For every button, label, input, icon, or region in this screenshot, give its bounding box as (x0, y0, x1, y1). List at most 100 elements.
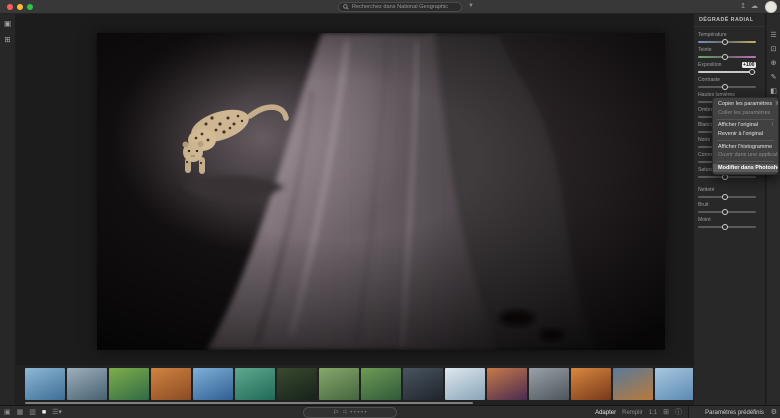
menu-item-ouvrir-application: Ouvrir dans une application› (713, 151, 778, 160)
rating-dot-4[interactable]: • (361, 408, 363, 418)
menu-item-afficher-original[interactable]: Afficher l'original\ (713, 121, 778, 130)
filmstrip-thumbnail-mountain-meadow[interactable] (361, 368, 401, 400)
rating-dot-2[interactable]: • (354, 408, 356, 418)
zoom-fit-button[interactable]: Adapter (595, 410, 616, 416)
filmstrip-scrollbar[interactable] (25, 402, 473, 404)
menu-item-coller-les-parametres: Coller les paramètres (713, 109, 778, 118)
menu-item-copier-les-parametres[interactable]: Copier les paramètres⌘C (713, 100, 778, 109)
filmstrip-thumbnail-polar-bear-ice[interactable] (25, 368, 65, 400)
slider-row-11: Bruit (694, 202, 765, 213)
filmstrip-thumbnail-autumn-lake-valley[interactable] (613, 368, 653, 400)
square-grid-view-icon[interactable]: ▥ (29, 406, 36, 418)
slider-row-12: Moiré (694, 217, 765, 228)
share-icon[interactable]: ↥ (740, 2, 746, 12)
edit-sliders-icon[interactable]: ☰ (768, 30, 779, 41)
rating-dot-5[interactable]: • (365, 408, 367, 418)
slider-knob[interactable] (722, 224, 728, 230)
cloud-sync-icon[interactable]: ☁ (751, 2, 758, 12)
filmstrip-thumbnail-dark-forest[interactable] (277, 368, 317, 400)
panel-title: DÉGRADÉ RADIAL (694, 14, 765, 27)
statusbar: ▣ ▦ ▥ ■ ☰▾ ⚐ ⚐ ••••• Adapter Remplir 1:1 ⊞ ⓘ… (0, 405, 780, 418)
slider-track[interactable] (698, 86, 756, 88)
pick-flag-icon[interactable]: ⚐ (333, 408, 338, 418)
filmstrip-thumbnail-dark-ridge[interactable] (403, 368, 443, 400)
brush-icon[interactable]: ✎ (768, 72, 779, 83)
slider-track[interactable] (698, 41, 756, 43)
slider-knob[interactable] (722, 84, 728, 90)
crop-icon[interactable]: ⊡ (768, 44, 779, 55)
slider-row-2: Exposition+100 (694, 62, 765, 73)
reject-flag-icon[interactable]: ⚐ (342, 408, 347, 418)
lightroom-window: Recherchez dans National Geographic ▼ ↥ … (0, 0, 780, 418)
filmstrip-thumbnail-misty-valley[interactable] (319, 368, 359, 400)
slider-track[interactable] (698, 176, 756, 178)
zoom-button[interactable] (27, 4, 33, 10)
slider-label: Teinte (698, 47, 712, 53)
slider-label: Température (698, 32, 727, 38)
filmstrip-thumbnail-snowy-peaks[interactable] (655, 368, 693, 400)
slider-knob[interactable] (722, 209, 728, 215)
filmstrip-thumbnail-desert-dunes[interactable] (151, 368, 191, 400)
menu-divider (717, 140, 774, 141)
filmstrip-thumbnail-coastal-mountains[interactable] (67, 368, 107, 400)
filmstrip-thumbnail-frosted-leaves[interactable] (445, 368, 485, 400)
rating-dots[interactable]: ••••• (350, 408, 367, 418)
left-rail: ▣⊞ (0, 14, 16, 405)
filmstrip-thumbnail-sunset-tree[interactable] (487, 368, 527, 400)
photo-grid-view-icon[interactable]: ▦ (17, 406, 24, 418)
presets-icon[interactable]: ⚙ (771, 406, 777, 418)
menu-item-modifier-dans-photoshop[interactable]: Modifier dans Photoshop (713, 164, 778, 173)
account-avatar[interactable] (765, 1, 777, 13)
filmstrip (16, 365, 693, 405)
slider-track[interactable] (698, 226, 756, 228)
healing-brush-icon[interactable]: ⊕ (768, 58, 779, 69)
presets-button[interactable]: Paramètres prédéfinis (705, 410, 764, 416)
linear-gradient-icon[interactable]: ◧ (768, 86, 779, 97)
slider-row-10: Netteté (694, 187, 765, 198)
search-placeholder: Recherchez dans National Geographic (352, 4, 448, 10)
grid-view-icon[interactable]: ⊞ (2, 34, 13, 45)
menu-item-afficher-histogramme[interactable]: Afficher l'histogramme (713, 142, 778, 151)
sort-icon[interactable]: ☰▾ (52, 406, 62, 418)
info-icon[interactable]: ⓘ (675, 406, 682, 418)
slider-label: Bruit (698, 202, 708, 208)
traffic-lights (7, 4, 33, 10)
filmstrip-thumbnail-lake-reflection[interactable] (529, 368, 569, 400)
filmstrip-thumbnail-orange-closeup[interactable] (571, 368, 611, 400)
add-photos-icon[interactable]: ▣ (4, 406, 11, 418)
slider-row-0: Température (694, 32, 765, 43)
filter-icon[interactable]: ▼ (468, 3, 474, 9)
my-photos-icon[interactable]: ▣ (2, 18, 13, 29)
filmstrip-thumbnails (25, 368, 693, 400)
close-button[interactable] (7, 4, 13, 10)
menu-divider (717, 161, 774, 162)
minimize-button[interactable] (17, 4, 23, 10)
rating-dot-3[interactable]: • (357, 408, 359, 418)
slider-track[interactable] (698, 71, 756, 73)
slider-track[interactable] (698, 196, 756, 198)
grid-overlay-icon[interactable]: ⊞ (663, 406, 669, 418)
filmstrip-thumbnail-iceberg-waterfall[interactable] (193, 368, 233, 400)
menu-item-revenir-original[interactable]: Revenir à l'original (713, 130, 778, 139)
slider-knob[interactable] (749, 69, 755, 75)
slider-knob[interactable] (722, 54, 728, 60)
slider-knob[interactable] (722, 39, 728, 45)
zoom-fill-button[interactable]: Remplir (622, 410, 643, 416)
filmstrip-thumbnail-hummingbird[interactable] (109, 368, 149, 400)
zoom-1-1-button[interactable]: 1:1 (649, 410, 657, 416)
slider-value: +100 (742, 62, 756, 68)
slider-track[interactable] (698, 56, 756, 58)
search-input[interactable]: Recherchez dans National Geographic (338, 2, 462, 12)
rating-dot-1[interactable]: • (350, 408, 352, 418)
view-switcher: ▣ ▦ ▥ ■ ☰▾ (4, 406, 62, 418)
presets-footer: Paramètres prédéfinis ⚙ (688, 406, 780, 418)
filmstrip-thumbnail-underwater-reef[interactable] (235, 368, 275, 400)
slider-row-3: Contraste (694, 77, 765, 88)
context-menu: Copier les paramètres⌘C Coller les param… (712, 97, 779, 175)
slider-track[interactable] (698, 211, 756, 213)
slider-row-1: Teinte (694, 47, 765, 58)
photo-leopard[interactable] (97, 33, 665, 350)
slider-label: Moiré (698, 217, 711, 223)
detail-view-icon[interactable]: ■ (42, 406, 46, 418)
slider-knob[interactable] (722, 194, 728, 200)
